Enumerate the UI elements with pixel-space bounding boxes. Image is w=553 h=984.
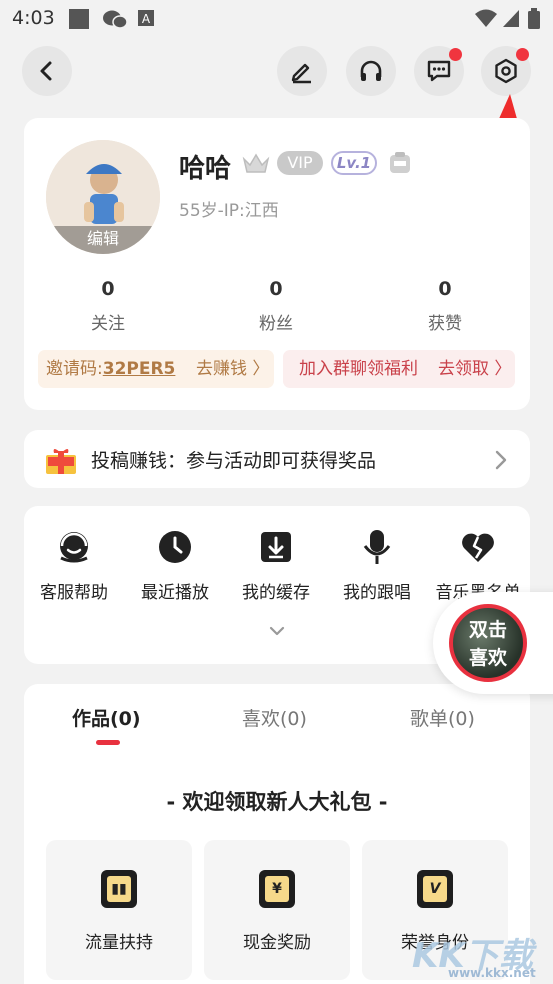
- font-a-icon: A: [138, 10, 154, 26]
- username: 哈哈: [179, 154, 232, 184]
- edit-button[interactable]: [277, 46, 327, 96]
- wifi-icon: [475, 9, 497, 27]
- headset-icon: [60, 532, 88, 563]
- stat-value: 0: [438, 278, 452, 300]
- download-icon: [261, 532, 291, 562]
- tool-my-cache[interactable]: 我的缓存: [226, 528, 326, 603]
- submission-banner[interactable]: 投稿赚钱：参与活动即可获得奖品: [24, 430, 530, 488]
- messages-button[interactable]: [414, 46, 464, 96]
- signal-icon: [503, 10, 519, 27]
- notification-dot: [516, 48, 529, 61]
- earn-money-link[interactable]: 去赚钱 〉: [196, 350, 269, 388]
- stat-likes[interactable]: 0 获赞: [385, 278, 505, 334]
- invite-code-banner[interactable]: 邀请码:32PER5 去赚钱 〉: [38, 350, 274, 388]
- pencil-icon: [291, 63, 311, 84]
- tool-label: 我的缓存: [242, 583, 310, 603]
- chart-icon: ▮▮: [101, 870, 137, 908]
- tool-label: 我的跟唱: [343, 583, 411, 603]
- wechat-icon: [103, 10, 128, 29]
- broken-heart-icon: [462, 533, 494, 562]
- gift-label: 流量扶持: [85, 933, 153, 953]
- watermark-url: www.kkx.net: [448, 966, 536, 980]
- notification-square-icon: [69, 9, 89, 29]
- tab-playlists[interactable]: 歌单(0): [410, 704, 475, 731]
- avatar[interactable]: 编辑: [46, 140, 160, 254]
- stat-value: 0: [101, 278, 115, 300]
- double-tap-like-button[interactable]: 双击 喜欢: [433, 592, 553, 694]
- microphone-icon: [363, 530, 391, 564]
- banner-text: 投稿赚钱：参与活动即可获得奖品: [91, 450, 377, 472]
- cash-icon: ¥: [259, 870, 295, 908]
- battery-icon: [528, 8, 540, 29]
- float-line2: 喜欢: [468, 647, 507, 669]
- stat-value: 0: [269, 278, 283, 300]
- chevron-left-icon: [40, 61, 52, 81]
- status-time: 4:03: [12, 7, 55, 29]
- headphones-icon: [360, 60, 382, 81]
- notification-dot: [449, 48, 462, 61]
- stat-label: 获赞: [428, 314, 462, 334]
- gear-icon: [495, 58, 517, 84]
- profile-card: 编辑 哈哈 VIP Lv.1 55岁-IP:江西 0 关注 0 粉丝 0 获赞 …: [24, 118, 530, 410]
- tool-customer-help[interactable]: 客服帮助: [24, 528, 124, 603]
- gift-title: - 欢迎领取新人大礼包 -: [166, 790, 388, 814]
- svg-text:A: A: [142, 12, 151, 26]
- back-button[interactable]: [22, 46, 72, 96]
- claim-link[interactable]: 去领取 〉: [438, 350, 511, 388]
- level-badge[interactable]: Lv.1: [331, 151, 377, 175]
- gift-box-icon: [46, 449, 76, 474]
- invite-code[interactable]: 32PER5: [103, 359, 176, 379]
- chat-bubble-icon: [427, 60, 451, 82]
- settings-button[interactable]: [481, 46, 531, 96]
- float-line1: 双击: [468, 619, 507, 641]
- join-group-text: 加入群聊领福利: [299, 359, 418, 379]
- gift-cash-reward[interactable]: ¥ 现金奖励: [204, 840, 350, 980]
- avatar-edit-label[interactable]: 编辑: [46, 226, 160, 254]
- tool-recent-play[interactable]: 最近播放: [125, 528, 225, 603]
- crown-icon: [242, 153, 270, 173]
- stat-following[interactable]: 0 关注: [48, 278, 168, 334]
- customer-service-button[interactable]: [346, 46, 396, 96]
- stat-label: 粉丝: [259, 314, 293, 334]
- v-badge-icon: V: [417, 870, 453, 908]
- clock-icon: [159, 531, 191, 563]
- gift-label: 现金奖励: [243, 933, 311, 953]
- invite-prefix: 邀请码:: [46, 359, 103, 379]
- tab-works[interactable]: 作品(0): [72, 704, 141, 731]
- stat-label: 关注: [91, 314, 125, 334]
- vip-badge[interactable]: VIP: [277, 151, 323, 175]
- chevron-right-icon: [495, 450, 507, 470]
- tool-label: 客服帮助: [40, 583, 108, 603]
- tool-my-singalong[interactable]: 我的跟唱: [327, 528, 427, 603]
- gift-traffic-support[interactable]: ▮▮ 流量扶持: [46, 840, 192, 980]
- join-group-banner[interactable]: 加入群聊领福利 去领取 〉: [283, 350, 515, 388]
- medal-icon[interactable]: [386, 151, 414, 177]
- stat-followers[interactable]: 0 粉丝: [216, 278, 336, 334]
- status-bar: 4:03 A: [0, 0, 553, 38]
- expand-chevron-icon[interactable]: [269, 626, 285, 638]
- tool-label: 最近播放: [141, 583, 209, 603]
- active-tab-indicator: [96, 740, 120, 745]
- user-age-ip: 55岁-IP:江西: [179, 201, 279, 221]
- watermark: KK下载 www.kkx.net: [412, 928, 552, 984]
- tab-likes[interactable]: 喜欢(0): [242, 704, 307, 731]
- double-tap-like-badge[interactable]: 双击 喜欢: [449, 604, 527, 682]
